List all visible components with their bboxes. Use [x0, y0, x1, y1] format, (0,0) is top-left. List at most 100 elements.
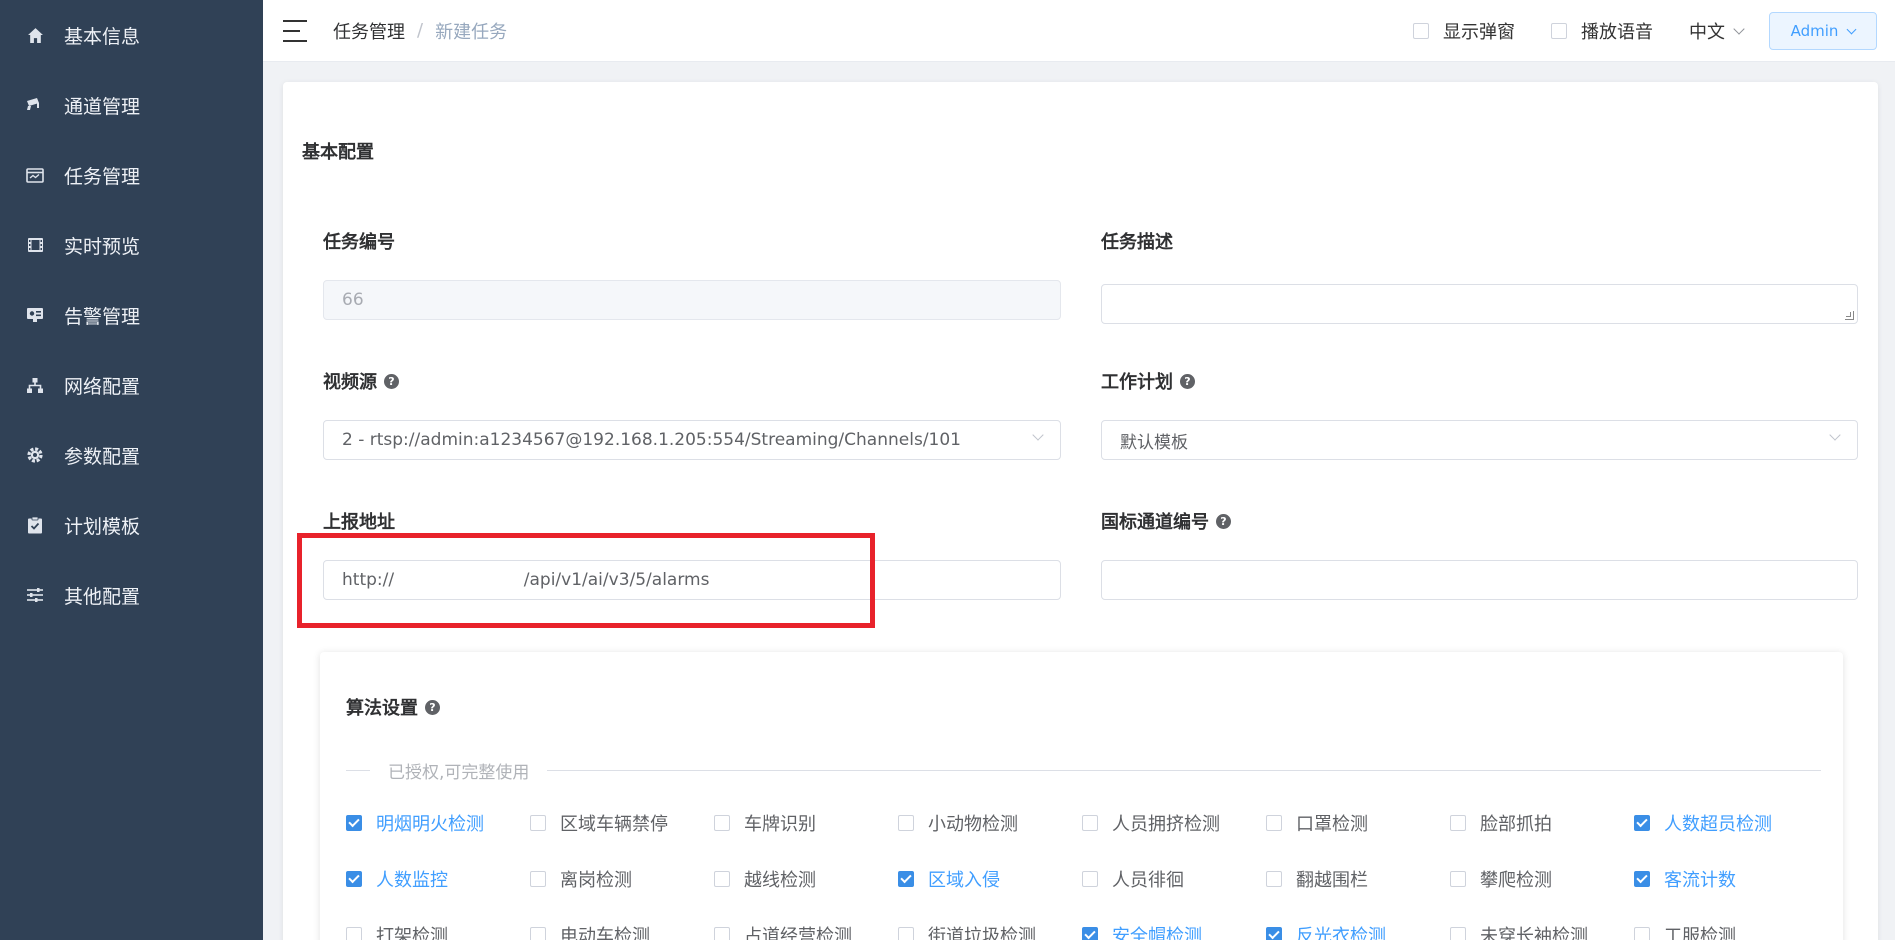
algorithm-checkbox-box[interactable] — [1266, 871, 1282, 887]
sidebar-item-network-config[interactable]: 网络配置 — [0, 350, 263, 420]
help-icon[interactable]: ? — [1180, 373, 1195, 389]
sidebar-item-label: 任务管理 — [64, 165, 141, 188]
algorithm-checkbox-label: 电动车检测 — [560, 926, 650, 940]
gb-channel-label: 国标通道编号 ? — [1101, 508, 1231, 534]
camera-icon — [24, 94, 46, 116]
algorithm-checkbox-box[interactable] — [1082, 815, 1098, 831]
video-source-label: 视频源 ? — [323, 368, 399, 394]
algorithm-checkbox[interactable]: 口罩检测 — [1266, 810, 1368, 836]
video-source-label-text: 视频源 — [323, 372, 377, 393]
sliders-icon — [24, 584, 46, 606]
algorithm-checkbox-box[interactable] — [1634, 815, 1650, 831]
sidebar-item-live-preview[interactable]: 实时预览 — [0, 210, 263, 280]
algorithm-checkbox[interactable]: 人数超员检测 — [1634, 810, 1772, 836]
network-icon — [24, 374, 46, 396]
algorithm-checkbox[interactable]: 街道垃圾检测 — [898, 922, 1036, 940]
algorithm-checkbox[interactable]: 占道经营检测 — [714, 922, 852, 940]
sidebar-item-channel-mgmt[interactable]: 通道管理 — [0, 70, 263, 140]
help-icon[interactable]: ? — [425, 699, 440, 715]
menu-toggle-icon[interactable] — [283, 19, 307, 42]
algorithm-checkbox[interactable]: 打架检测 — [346, 922, 448, 940]
algorithm-checkbox[interactable]: 人员拥挤检测 — [1082, 810, 1220, 836]
algorithm-checkbox-box[interactable] — [530, 815, 546, 831]
algorithm-checkbox-box[interactable] — [1082, 871, 1098, 887]
algorithm-checkbox-label: 安全帽检测 — [1112, 926, 1202, 940]
algorithm-checkbox-box[interactable] — [346, 815, 362, 831]
video-source-select[interactable]: 2 - rtsp://admin:a1234567@192.168.1.205:… — [323, 420, 1061, 460]
sidebar-item-alarm-mgmt[interactable]: 告警管理 — [0, 280, 263, 350]
algorithm-checkbox[interactable]: 离岗检测 — [530, 866, 632, 892]
algorithm-checkbox[interactable]: 翻越围栏 — [1266, 866, 1368, 892]
algorithm-checkbox[interactable]: 工服检测 — [1634, 922, 1736, 940]
algorithm-checkbox-box[interactable] — [346, 927, 362, 940]
sidebar-item-label: 实时预览 — [64, 235, 141, 258]
algorithm-checkbox-box[interactable] — [1450, 815, 1466, 831]
resize-handle-icon[interactable] — [1845, 311, 1854, 320]
play-voice-checkbox[interactable]: 播放语音 — [1551, 18, 1653, 44]
chevron-down-icon — [1032, 429, 1044, 441]
algorithm-checkbox[interactable]: 人员徘徊 — [1082, 866, 1184, 892]
show-popup-checkbox-box[interactable] — [1413, 23, 1429, 39]
algorithm-checkbox[interactable]: 明烟明火检测 — [346, 810, 484, 836]
show-popup-checkbox[interactable]: 显示弹窗 — [1413, 18, 1515, 44]
algorithm-checkbox[interactable]: 越线检测 — [714, 866, 816, 892]
algorithm-checkbox[interactable]: 反光衣检测 — [1266, 922, 1386, 940]
sidebar-item-label: 通道管理 — [64, 95, 141, 118]
sidebar-item-param-config[interactable]: 参数配置 — [0, 420, 263, 490]
algorithm-checkbox[interactable]: 脸部抓拍 — [1450, 810, 1552, 836]
algorithm-checkbox-box[interactable] — [898, 815, 914, 831]
algorithm-checkbox-box[interactable] — [714, 815, 730, 831]
sidebar-item-plan-template[interactable]: 计划模板 — [0, 490, 263, 560]
algorithm-checkbox-box[interactable] — [1450, 871, 1466, 887]
algorithm-checkbox[interactable]: 安全帽检测 — [1082, 922, 1202, 940]
algorithm-checkbox-label: 人数监控 — [376, 870, 448, 891]
algorithm-checkbox[interactable]: 客流计数 — [1634, 866, 1736, 892]
algorithm-checkbox[interactable]: 攀爬检测 — [1450, 866, 1552, 892]
report-url-input[interactable]: http:// /api/v1/ai/v3/5/alarms — [323, 560, 1061, 600]
algorithm-checkbox-label: 区域入侵 — [928, 870, 1000, 891]
algorithm-checkbox-box[interactable] — [530, 871, 546, 887]
sidebar: 基本信息 通道管理 任务管理 实时预览 告警管理 网络配置 参数配置 计划模板 … — [0, 0, 263, 940]
help-icon[interactable]: ? — [1216, 513, 1231, 529]
algorithm-checkbox-box[interactable] — [530, 927, 546, 940]
task-id-value: 66 — [342, 290, 364, 310]
algorithm-checkbox[interactable]: 未穿长袖检测 — [1450, 922, 1588, 940]
algorithm-checkbox[interactable]: 车牌识别 — [714, 810, 816, 836]
algorithm-settings-title-text: 算法设置 — [346, 698, 418, 719]
algorithm-checkbox-box[interactable] — [714, 871, 730, 887]
sidebar-item-task-mgmt[interactable]: 任务管理 — [0, 140, 263, 210]
algorithm-checkbox-box[interactable] — [1634, 927, 1650, 940]
work-plan-select[interactable]: 默认模板 — [1101, 420, 1858, 460]
algorithm-checkbox-box[interactable] — [1266, 815, 1282, 831]
language-dropdown[interactable]: 中文 — [1689, 18, 1745, 44]
algorithm-checkbox-label: 工服检测 — [1664, 926, 1736, 940]
breadcrumb-item-task-mgmt[interactable]: 任务管理 — [333, 18, 405, 44]
algorithm-checkbox[interactable]: 区域入侵 — [898, 866, 1000, 892]
help-icon[interactable]: ? — [384, 373, 399, 389]
sidebar-item-basic-info[interactable]: 基本信息 — [0, 0, 263, 70]
algorithm-checkbox-box[interactable] — [1266, 927, 1282, 940]
chevron-down-icon — [1846, 24, 1857, 34]
algorithm-checkbox[interactable]: 人数监控 — [346, 866, 448, 892]
task-id-input[interactable]: 66 — [323, 280, 1061, 320]
algorithm-checkbox-box[interactable] — [714, 927, 730, 940]
algorithm-checkbox-box[interactable] — [898, 927, 914, 940]
sidebar-item-other-config[interactable]: 其他配置 — [0, 560, 263, 630]
algorithm-checkbox[interactable]: 电动车检测 — [530, 922, 650, 940]
section-title-basic-config: 基本配置 — [302, 142, 374, 163]
play-voice-checkbox-box[interactable] — [1551, 23, 1567, 39]
report-url-label: 上报地址 — [323, 508, 395, 534]
algorithm-checkbox-box[interactable] — [1634, 871, 1650, 887]
algorithm-checkbox[interactable]: 区域车辆禁停 — [530, 810, 668, 836]
algorithm-checkbox-box[interactable] — [898, 871, 914, 887]
algorithm-checkbox-box[interactable] — [1450, 927, 1466, 940]
task-desc-textarea[interactable] — [1101, 284, 1858, 324]
gb-channel-input[interactable] — [1101, 560, 1858, 600]
algorithm-checkbox[interactable]: 小动物检测 — [898, 810, 1018, 836]
breadcrumb: 任务管理 / 新建任务 — [333, 18, 507, 44]
algorithm-checkbox-box[interactable] — [1082, 927, 1098, 940]
home-icon — [24, 24, 46, 46]
gb-channel-label-text: 国标通道编号 — [1101, 512, 1209, 533]
user-menu-button[interactable]: Admin — [1769, 12, 1877, 50]
algorithm-checkbox-box[interactable] — [346, 871, 362, 887]
